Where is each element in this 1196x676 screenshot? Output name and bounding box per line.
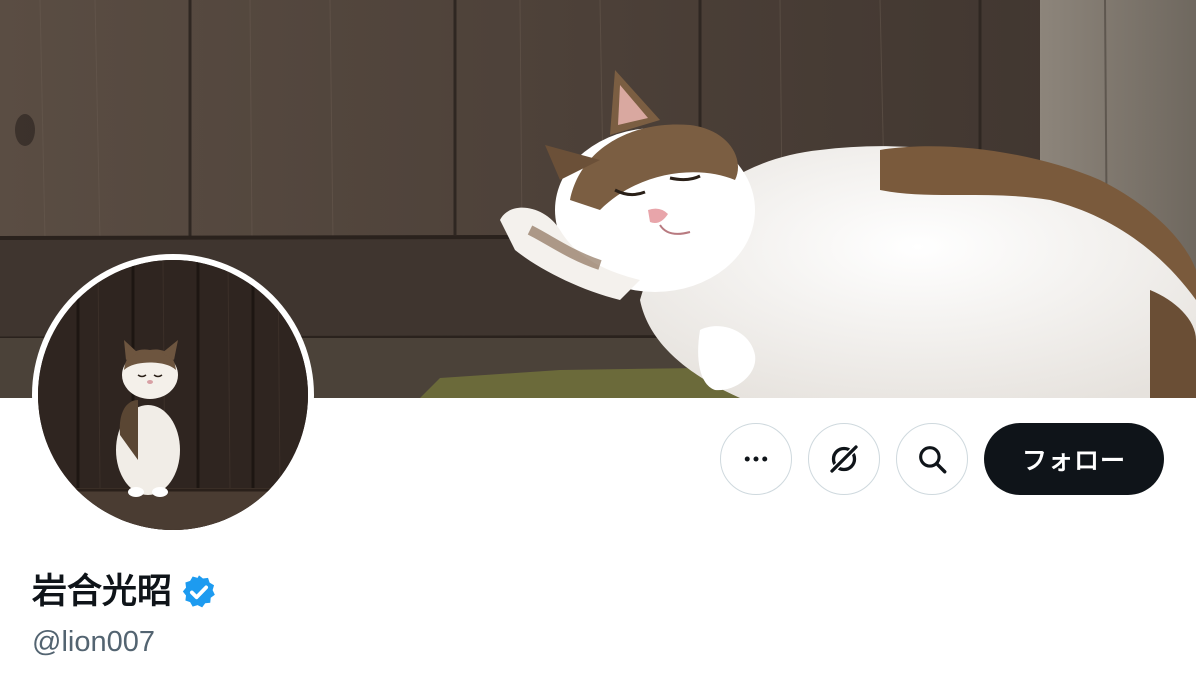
more-button[interactable] [720, 423, 792, 495]
profile-handle: @lion007 [32, 626, 155, 658]
search-button[interactable] [896, 423, 968, 495]
avatar-image-frame [38, 260, 308, 530]
verified-badge-icon[interactable] [180, 573, 218, 611]
search-icon [919, 446, 947, 474]
profile-actions: フォロー [720, 423, 1164, 495]
display-name: 岩合光昭 [32, 572, 173, 612]
more-horizontal-icon [744, 456, 768, 462]
grok-button[interactable] [808, 423, 880, 495]
follow-button[interactable]: フォロー [984, 423, 1164, 495]
profile-avatar[interactable] [32, 254, 314, 536]
grok-slash-circle-icon [830, 445, 858, 473]
profile-name-row: 岩合光昭 [32, 568, 218, 616]
avatar-image [38, 260, 308, 530]
